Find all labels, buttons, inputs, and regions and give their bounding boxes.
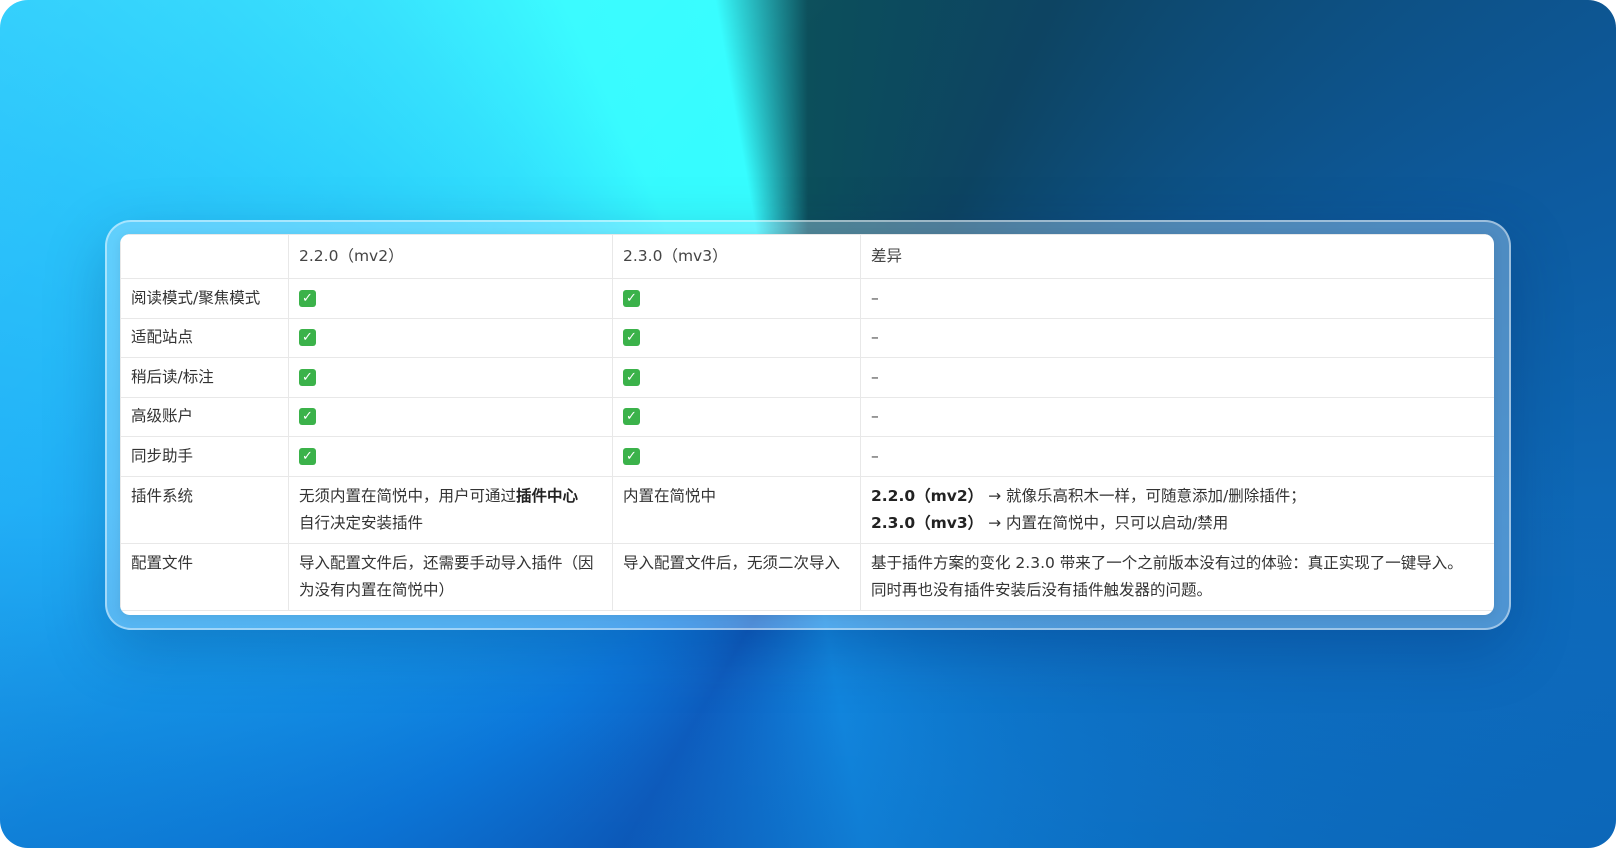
v220-cell: ✓ [288,317,613,358]
diff-line-2: 同时再也没有插件安装后没有插件触发器的问题。 [871,580,1213,599]
table-row: 插件系统 无须内置在简悦中，用户可通过插件中心自行决定安装插件 内置在简悦中 2… [120,475,1494,544]
v230-cell: ✓ [612,357,861,398]
check-mark-icon: ✓ [623,447,640,465]
diff-version-v220: 2.2.0（mv2） [871,486,984,505]
check-mark-icon: ✓ [623,329,640,347]
check-mark-icon: ✓ [299,289,316,307]
v230-cell: ✓ [612,396,861,437]
v220-text-pre: 无须内置在简悦中，用户可通过 [299,486,517,505]
diff-cell: 2.2.0（mv2） → 就像乐高积木一样，可随意添加/删除插件； 2.3.0（m… [860,475,1494,544]
table-row: 同步助手 ✓ ✓ – [120,436,1494,477]
diff-text-v220: → 就像乐高积木一样，可随意添加/删除插件； [983,486,1306,505]
v230-cell: 内置在简悦中 [612,475,861,544]
table-row: 高级账户 ✓ ✓ – [120,396,1494,437]
check-mark-icon: ✓ [299,368,316,386]
check-mark-icon: ✓ [623,408,640,426]
table-row: 配置文件 导入配置文件后，还需要手动导入插件（因为没有内置在简悦中） 导入配置文… [120,542,1494,611]
header-feature [120,234,289,279]
feature-cell: 阅读模式/聚焦模式 [120,278,289,319]
header-diff: 差异 [860,234,1494,279]
v220-cell: 导入配置文件后，还需要手动导入插件（因为没有内置在简悦中） [288,542,613,611]
v230-cell: ✓ [612,278,861,319]
comparison-table-card: 2.2.0（mv2） 2.3.0（mv3） 差异 阅读模式/聚焦模式 ✓ ✓ –… [120,234,1494,615]
header-v230: 2.3.0（mv3） [612,234,861,279]
check-mark-icon: ✓ [299,447,316,465]
diff-cell: – [860,357,1494,398]
table-header-row: 2.2.0（mv2） 2.3.0（mv3） 差异 [120,234,1494,279]
plugin-center-bold: 插件中心 [516,486,579,505]
v220-cell: ✓ [288,357,613,398]
check-mark-icon: ✓ [299,408,316,426]
feature-cell: 配置文件 [120,542,289,611]
diff-line-1: 基于插件方案的变化 2.3.0 带来了一个之前版本没有过的体验：真正实现了一键导… [871,553,1463,572]
feature-cell: 高级账户 [120,396,289,437]
table-row: 稍后读/标注 ✓ ✓ – [120,357,1494,398]
diff-text-v230: → 内置在简悦中，只可以启动/禁用 [983,513,1229,532]
v230-cell: ✓ [612,436,861,477]
feature-cell: 适配站点 [120,317,289,358]
diff-cell: – [860,278,1494,319]
feature-cell: 同步助手 [120,436,289,477]
diff-version-v230: 2.3.0（mv3） [871,513,984,532]
check-mark-icon: ✓ [623,368,640,386]
v230-cell: ✓ [612,317,861,358]
header-v220: 2.2.0（mv2） [288,234,613,279]
feature-cell: 插件系统 [120,475,289,544]
comparison-table: 2.2.0（mv2） 2.3.0（mv3） 差异 阅读模式/聚焦模式 ✓ ✓ –… [120,234,1494,611]
diff-cell: 基于插件方案的变化 2.3.0 带来了一个之前版本没有过的体验：真正实现了一键导… [860,542,1494,611]
v220-cell: ✓ [288,278,613,319]
background-canvas: 2.2.0（mv2） 2.3.0（mv3） 差异 阅读模式/聚焦模式 ✓ ✓ –… [0,0,1616,848]
v230-cell: 导入配置文件后，无须二次导入 [612,542,861,611]
v220-cell: ✓ [288,436,613,477]
table-row: 适配站点 ✓ ✓ – [120,317,1494,358]
check-mark-icon: ✓ [299,329,316,347]
check-mark-icon: ✓ [623,289,640,307]
v220-cell: 无须内置在简悦中，用户可通过插件中心自行决定安装插件 [288,475,613,544]
diff-cell: – [860,317,1494,358]
v220-cell: ✓ [288,396,613,437]
v220-text-post: 自行决定安装插件 [299,513,424,532]
diff-cell: – [860,396,1494,437]
table-row: 阅读模式/聚焦模式 ✓ ✓ – [120,278,1494,319]
diff-cell: – [860,436,1494,477]
feature-cell: 稍后读/标注 [120,357,289,398]
